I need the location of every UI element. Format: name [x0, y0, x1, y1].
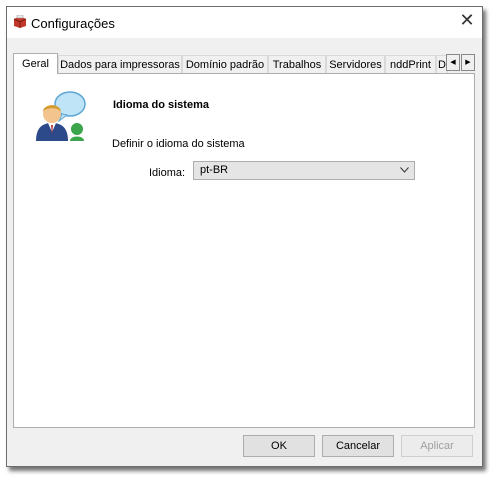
tab-geral[interactable]: Geral [13, 53, 58, 74]
tab-scroll-arrows: ◀ ▶ [446, 54, 476, 71]
tab-panel-geral: Idioma do sistema Definir o idioma do si… [13, 73, 475, 428]
printer-red-icon [13, 15, 27, 28]
section-title: Idioma do sistema [113, 99, 209, 111]
title-bar: Configurações ✕ [7, 7, 482, 38]
tab-dados-impressoras[interactable]: Dados para impressoras [58, 55, 182, 73]
apply-button[interactable]: Aplicar [401, 435, 473, 457]
tab-trabalhos[interactable]: Trabalhos [268, 55, 326, 73]
cancel-button[interactable]: Cancelar [322, 435, 394, 457]
language-select[interactable]: pt-BR [193, 161, 415, 180]
tab-dominio-padrao[interactable]: Domínio padrão [182, 55, 268, 73]
tab-servidores[interactable]: Servidores [326, 55, 385, 73]
language-select-value: pt-BR [200, 164, 229, 176]
close-button[interactable]: ✕ [452, 7, 482, 37]
tab-strip: Geral Dados para impressoras Domínio pad… [13, 53, 476, 74]
settings-dialog: Configurações ✕ Geral Dados para impress… [6, 6, 483, 467]
ok-button[interactable]: OK [243, 435, 315, 457]
chevron-down-icon [400, 167, 409, 173]
language-label: Idioma: [149, 167, 186, 179]
window-title: Configurações [31, 16, 115, 31]
user-speech-bubble-icon [36, 91, 86, 141]
tab-scroll-right-icon[interactable]: ▶ [461, 54, 475, 71]
tab-scroll-left-icon[interactable]: ◀ [446, 54, 460, 71]
tab-nddprint[interactable]: nddPrint [385, 55, 436, 73]
section-description: Definir o idioma do sistema [112, 138, 245, 150]
